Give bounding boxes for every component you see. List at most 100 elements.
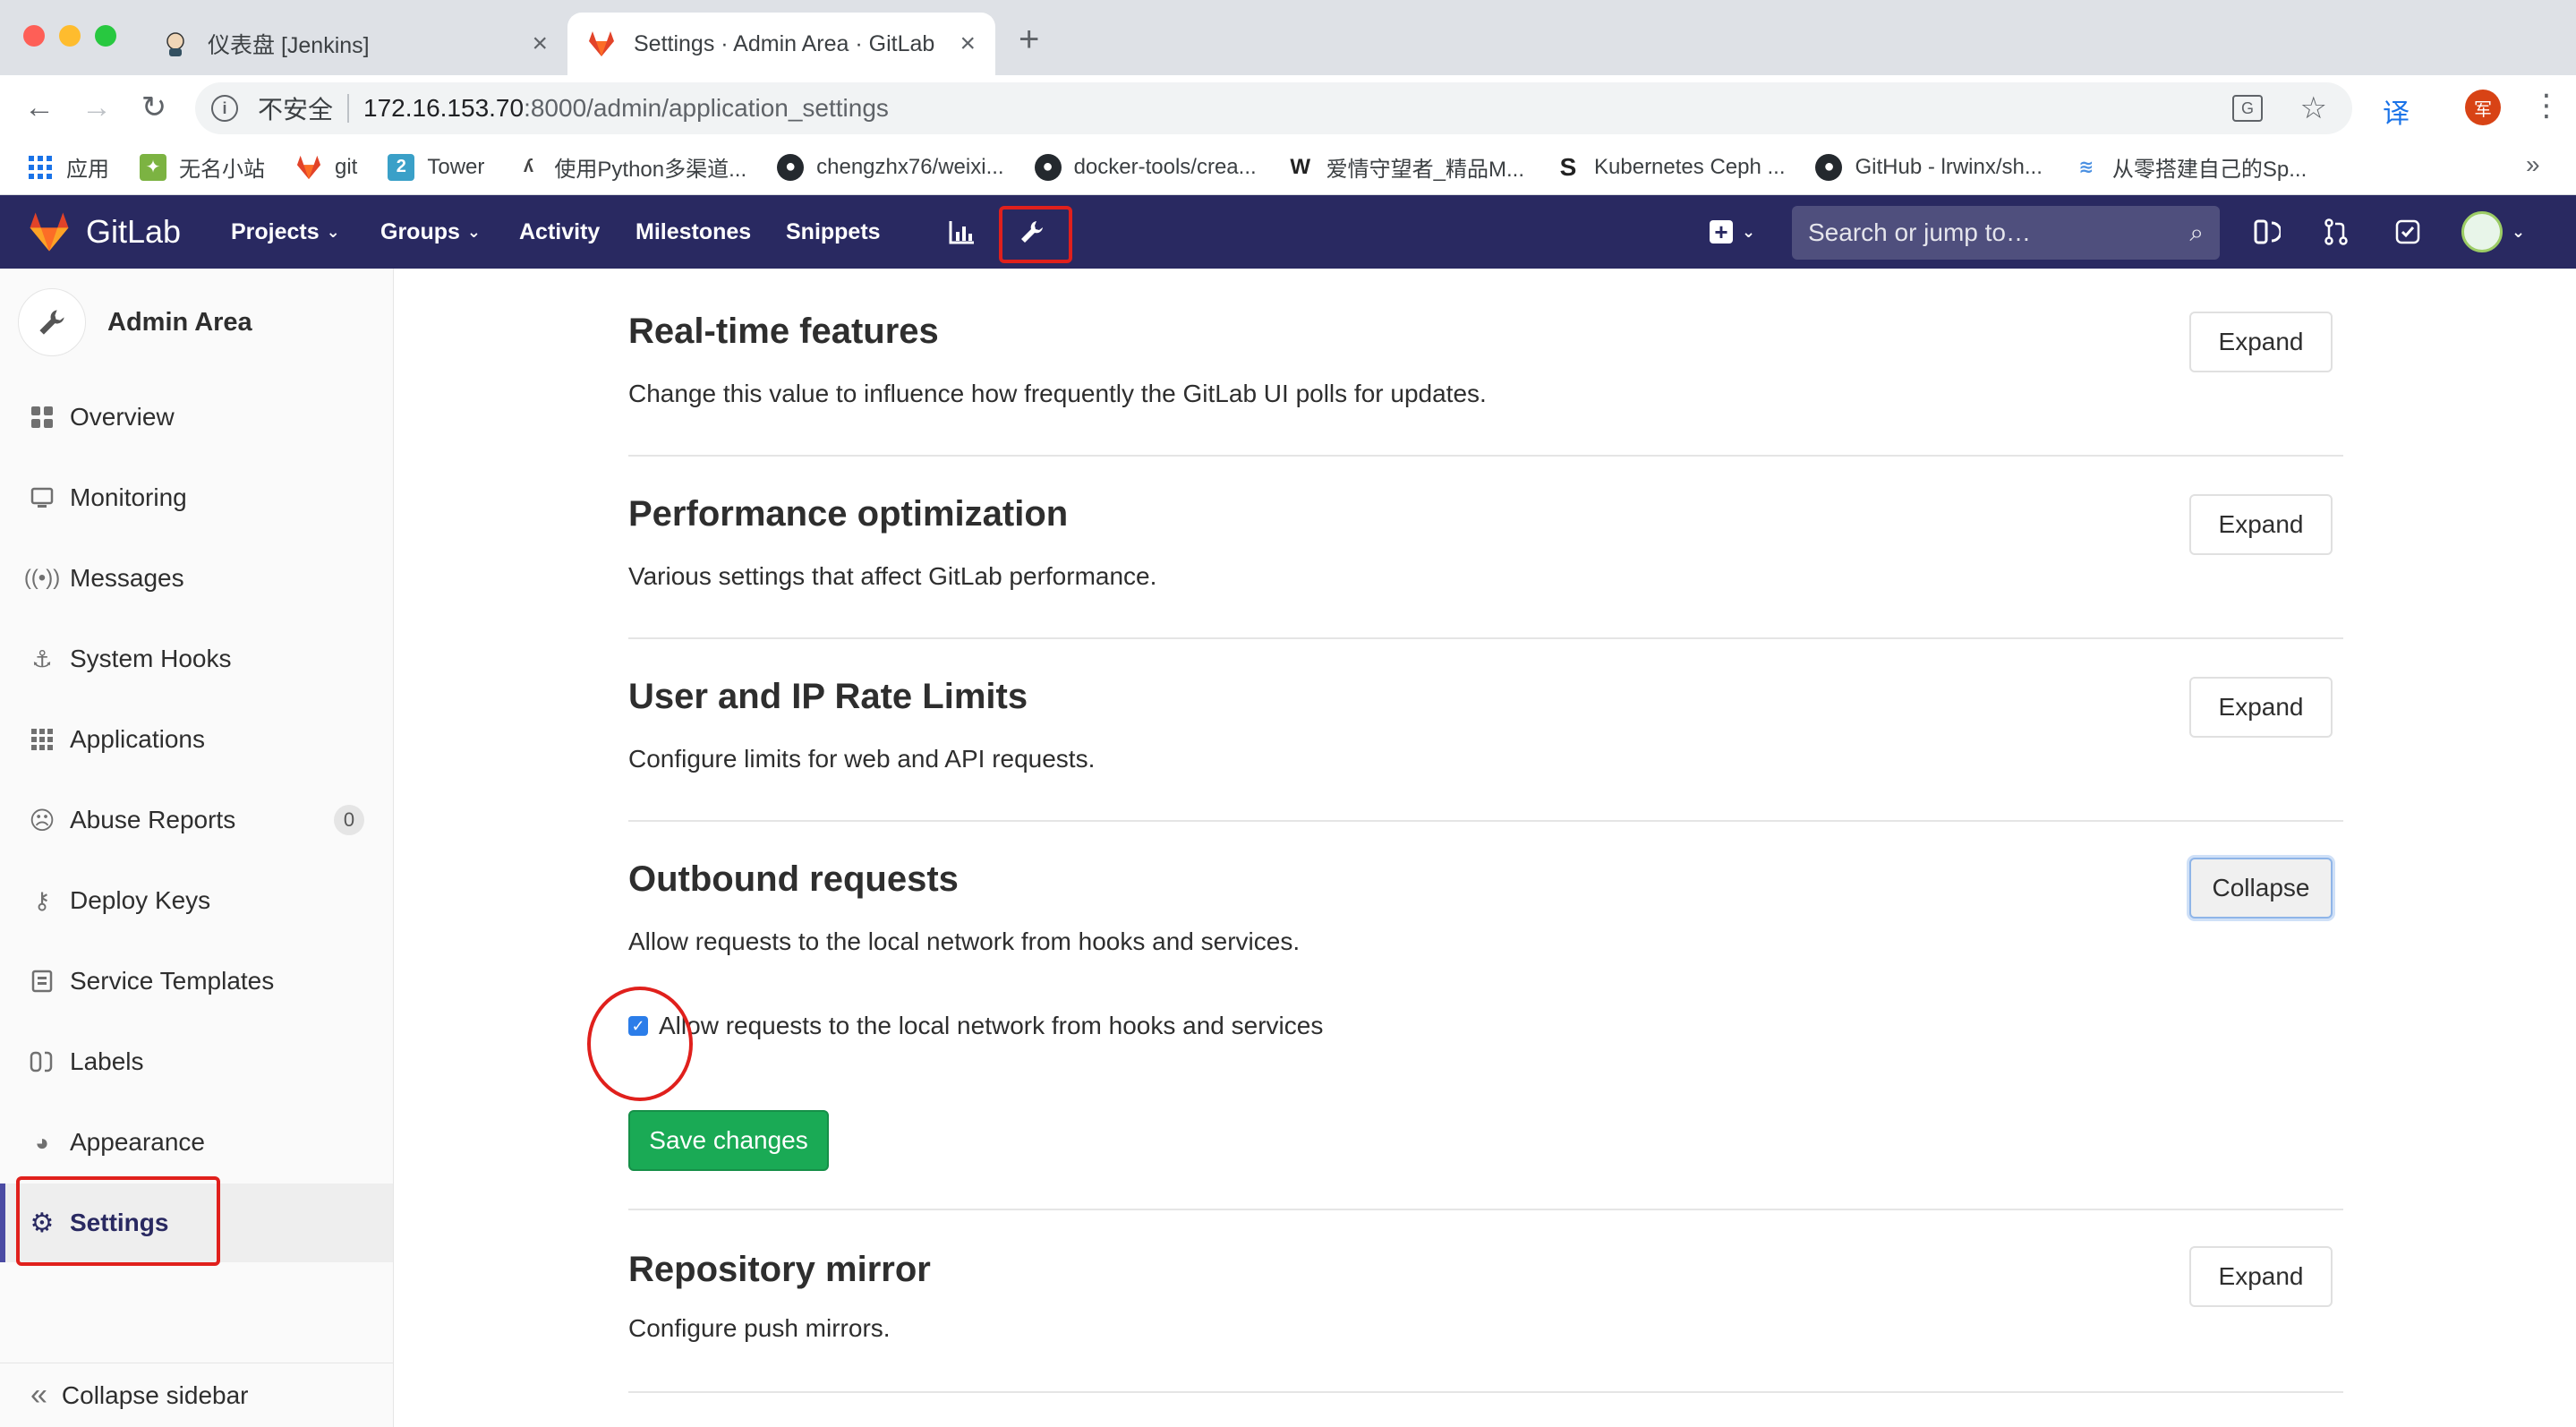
separator [347, 94, 350, 123]
search-input[interactable]: Search or jump to… ⌕ [1792, 206, 2220, 260]
user-avatar[interactable]: ⌄ [2461, 195, 2525, 269]
bookmark-item[interactable]: S Kubernetes Ceph ... [1555, 153, 1786, 181]
new-item-plus-icon[interactable]: + ⌄ [1710, 195, 1755, 269]
allow-local-requests-option[interactable]: ✓ Allow requests to the local network fr… [628, 1012, 1323, 1040]
expand-button[interactable]: Expand [2189, 1246, 2333, 1307]
forward-button[interactable]: → [79, 90, 115, 125]
nav-activity[interactable]: Activity [519, 195, 600, 269]
close-tab-icon[interactable]: × [532, 29, 548, 59]
section-real-time: Real-time features Change this value to … [628, 304, 2343, 448]
chevron-down-icon: ⌄ [466, 222, 481, 241]
sidebar-item-appearance[interactable]: ◕ Appearance [0, 1103, 393, 1182]
bookmark-item[interactable]: ● docker-tools/crea... [1034, 153, 1257, 181]
profile-avatar[interactable]: 军 [2465, 90, 2501, 125]
zoom-window-button[interactable] [95, 25, 116, 47]
abuse-icon: ☹ [29, 806, 55, 834]
nav-groups[interactable]: Groups ⌄ [380, 195, 481, 269]
tab-title: Settings · Admin Area · GitLab [634, 30, 935, 56]
template-icon [29, 968, 55, 995]
close-tab-icon[interactable]: × [960, 29, 976, 59]
bookmark-item[interactable]: 2 Tower [388, 153, 485, 181]
expand-button[interactable]: Expand [2189, 312, 2333, 372]
gitlab-logo-icon [27, 211, 72, 252]
admin-area-header[interactable]: Admin Area [18, 288, 252, 356]
back-button[interactable]: ← [21, 90, 57, 125]
sidebar-item-label: Applications [70, 725, 205, 753]
wrench-icon [18, 288, 86, 356]
sidebar-item-abuse-reports[interactable]: ☹ Abuse Reports 0 [0, 781, 393, 859]
url-path: :8000/admin/application_settings [524, 94, 889, 122]
bookmark-star-icon[interactable]: ☆ [2300, 90, 2327, 126]
monitor-icon [29, 484, 55, 511]
checkbox-label: Allow requests to the local network from… [659, 1012, 1324, 1039]
divider [628, 1391, 2343, 1393]
bookmark-item[interactable]: git [295, 154, 357, 181]
address-bar[interactable]: i 不安全 172.16.153.70 :8000/admin/applicat… [195, 82, 2352, 134]
save-changes-button[interactable]: Save changes [628, 1110, 829, 1171]
tab-gitlab-settings[interactable]: Settings · Admin Area · GitLab × [567, 13, 995, 75]
chrome-menu-icon[interactable]: ⋮ [2531, 88, 2562, 124]
close-window-button[interactable] [23, 25, 45, 47]
expand-button[interactable]: Expand [2189, 494, 2333, 555]
admin-sidebar: Admin Area Overview Monitoring ((•)) Mess… [0, 269, 394, 1427]
bookmark-item[interactable]: ● GitHub - lrwinx/sh... [1815, 153, 2043, 181]
palette-icon: ◕ [35, 1128, 49, 1156]
site-icon: ✦ [140, 153, 166, 181]
collapse-sidebar-button[interactable]: « Collapse sidebar [0, 1363, 393, 1427]
gitlab-home-link[interactable]: GitLab [27, 195, 181, 269]
bookmark-item[interactable]: ≋ 从零搭建自己的Sp... [2073, 151, 2307, 183]
reload-button[interactable]: ↻ [136, 90, 172, 125]
bookmark-label: 使用Python多渠道... [554, 158, 747, 182]
divider [628, 455, 2343, 457]
overview-icon [29, 404, 55, 431]
bookmark-apps[interactable]: 应用 [27, 151, 109, 183]
todo-check-icon[interactable] [2395, 195, 2420, 269]
key-icon: ⚷ [33, 886, 51, 914]
sidebar-item-deploy-keys[interactable]: ⚷ Deploy Keys [0, 861, 393, 940]
nav-snippets[interactable]: Snippets [786, 195, 881, 269]
minimize-window-button[interactable] [59, 25, 81, 47]
section-description: Configure limits for web and API request… [628, 745, 1096, 773]
sidebar-item-labels[interactable]: Labels [0, 1022, 393, 1101]
chevron-down-icon: ⌄ [326, 222, 340, 241]
annotation-box-wrench [999, 206, 1072, 263]
nav-milestones[interactable]: Milestones [635, 195, 751, 269]
chart-icon[interactable] [949, 195, 976, 269]
github-icon: ● [1034, 153, 1062, 181]
sidebar-item-overview[interactable]: Overview [0, 378, 393, 457]
tab-jenkins[interactable]: 仪表盘 [Jenkins] × [150, 13, 567, 75]
sidebar-item-service-templates[interactable]: Service Templates [0, 942, 393, 1021]
bookmark-label: 从零搭建自己的Sp... [2111, 158, 2307, 182]
sidebar-item-system-hooks[interactable]: ⚓ System Hooks [0, 620, 393, 698]
collapse-button[interactable]: Collapse [2189, 858, 2333, 919]
translate-extension-icon[interactable]: 译 [2383, 91, 2410, 131]
translate-icon[interactable]: G [2232, 95, 2263, 122]
sidebar-item-monitoring[interactable]: Monitoring [0, 458, 393, 537]
section-description: Configure push mirrors. [628, 1314, 891, 1342]
bookmark-label: chengzhx76/weixi... [816, 154, 1004, 179]
section-rate-limits: User and IP Rate Limits Configure limits… [628, 670, 2343, 813]
browser-tab-strip: 仪表盘 [Jenkins] × Settings · Admin Area · … [0, 0, 2576, 75]
merge-request-icon[interactable] [2324, 195, 2349, 269]
new-tab-button[interactable]: + [1019, 20, 1039, 60]
nav-label: Snippets [786, 218, 881, 244]
sidebar-item-applications[interactable]: Applications [0, 700, 393, 779]
bookmark-item[interactable]: W 爱情守望者_精品M... [1287, 151, 1524, 183]
annotation-circle [587, 987, 693, 1101]
section-description: Change this value to influence how frequ… [628, 380, 1487, 407]
bookmark-item[interactable]: ● chengzhx76/weixi... [777, 153, 1004, 181]
bookmark-item[interactable]: ʎ 使用Python多渠道... [515, 151, 746, 183]
expand-button[interactable]: Expand [2189, 677, 2333, 738]
divider [628, 820, 2343, 822]
security-label: 不安全 [258, 96, 334, 124]
nav-projects[interactable]: Projects ⌄ [231, 195, 340, 269]
bookmarks-bar: 应用 ✦ 无名小站 git 2 Tower ʎ 使用Python多渠道... ● che… [0, 140, 2576, 195]
sidebar-item-messages[interactable]: ((•)) Messages [0, 539, 393, 618]
bookmark-label: git [335, 154, 358, 179]
bookmark-item[interactable]: ✦ 无名小站 [140, 151, 265, 183]
sidebar-toggle-icon[interactable] [2254, 195, 2281, 269]
applications-icon [29, 726, 55, 753]
bookmark-label: Tower [427, 154, 485, 179]
annotation-box-settings [16, 1176, 220, 1266]
more-bookmarks-button[interactable]: » [2526, 150, 2540, 179]
